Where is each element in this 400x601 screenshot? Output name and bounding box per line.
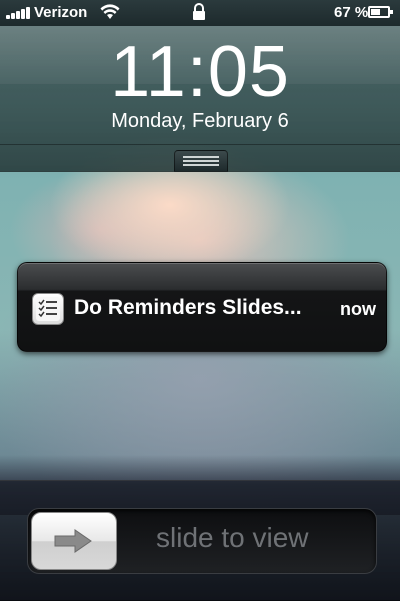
carrier-name: Verizon <box>34 4 88 21</box>
arrow-right-icon <box>54 529 92 553</box>
battery-percentage: 67 % <box>334 4 369 21</box>
lock-icon <box>192 3 206 25</box>
reminders-icon <box>32 293 64 325</box>
notification-time: now <box>340 299 376 319</box>
lock-screen-time: 11:05 <box>110 32 290 112</box>
notification-center-grabber[interactable] <box>174 150 228 172</box>
signal-strength-icon <box>6 7 32 19</box>
slide-to-view-label: slide to view <box>156 522 309 553</box>
status-bar: Verizon 67 % <box>0 0 400 26</box>
unlock-slider-knob[interactable] <box>31 512 117 570</box>
notification-banner[interactable]: Do Reminders Slides... now <box>17 262 387 352</box>
lock-screen-date: Monday, February 6 <box>111 110 289 132</box>
notification-title: Do Reminders Slides... <box>74 296 302 319</box>
clock-panel: 11:05 Monday, February 6 <box>0 26 400 172</box>
wifi-icon <box>100 4 120 24</box>
battery-icon <box>368 6 393 18</box>
